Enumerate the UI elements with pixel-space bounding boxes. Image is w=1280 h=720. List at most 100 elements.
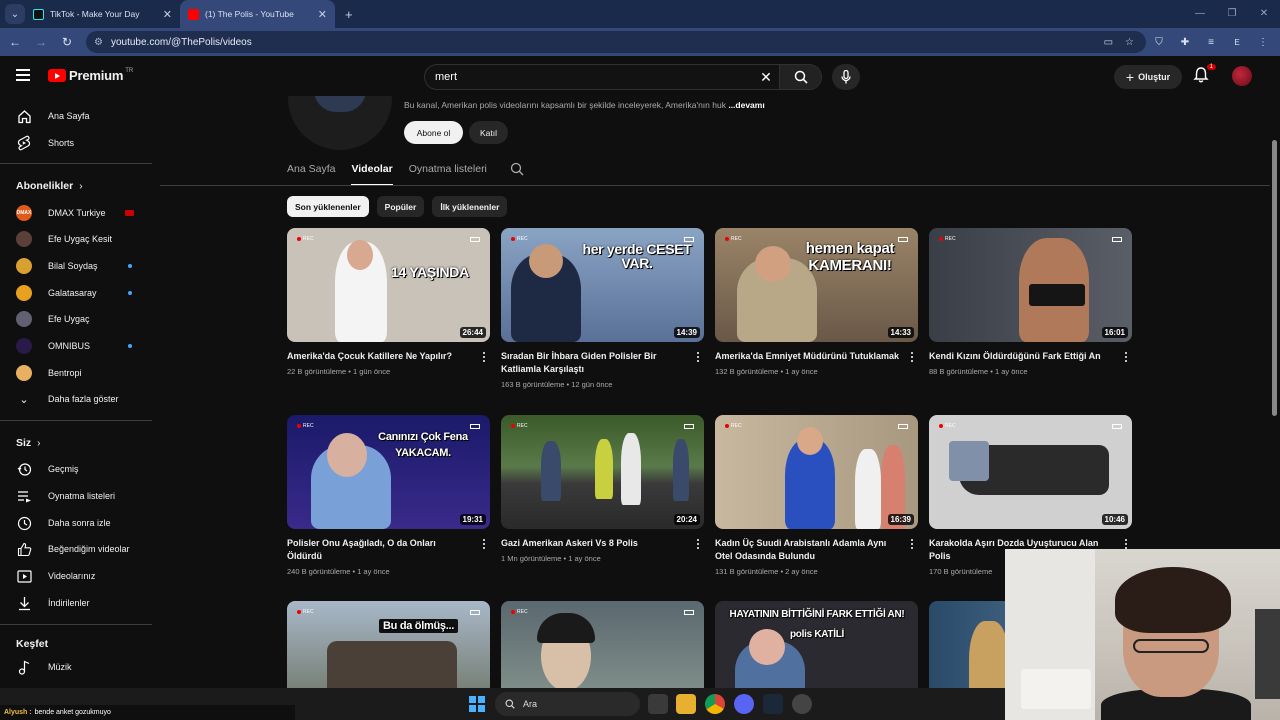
chip-popular[interactable]: Popüler — [376, 196, 425, 217]
video-title[interactable]: Polisler Onu Aşağıladı, O da Onları Öldü… — [287, 537, 472, 563]
sidebar-show-more[interactable]: ⌄ Daha fazla göster — [0, 386, 152, 412]
video-title[interactable]: Amerika'da Emniyet Müdürünü Tutuklamak — [715, 350, 900, 363]
close-window-button[interactable]: ✕ — [1248, 0, 1280, 28]
video-card[interactable]: REC Canınızı Çok Fena YAKACAM. 19:31 Pol… — [287, 415, 490, 576]
close-icon[interactable]: ✕ — [318, 8, 327, 21]
bookmark-star-icon[interactable]: ☆ — [1125, 37, 1134, 48]
more-options-icon[interactable] — [694, 352, 702, 364]
clear-search-icon[interactable]: ✕ — [753, 69, 779, 86]
reload-icon[interactable]: ↻ — [56, 35, 78, 49]
tab-tiktok[interactable]: TikTok - Make Your Day ✕ — [25, 0, 180, 28]
channel-search-button[interactable] — [510, 162, 524, 176]
sidebar-item-bilal[interactable]: Bilal Soydaş — [0, 253, 152, 279]
video-card[interactable]: REC 16:01 Kendi Kızını Öldürdüğünü Fark … — [929, 228, 1132, 376]
sidebar-item-dmax[interactable]: DMAX DMAX Turkiye — [0, 200, 152, 226]
more-options-icon[interactable] — [908, 539, 916, 551]
video-thumbnail[interactable]: REC 16:01 — [929, 228, 1132, 342]
video-card[interactable]: REC 20:24 Gazi Amerikan Askeri Vs 8 Poli… — [501, 415, 704, 563]
search-input[interactable]: mert — [425, 71, 753, 83]
menu-icon[interactable] — [16, 69, 30, 81]
tab-youtube[interactable]: (1) The Polis - YouTube ✕ — [180, 0, 335, 28]
video-card[interactable]: REC her yerde CESET VAR. 14:39 Sıradan B… — [501, 228, 704, 389]
more-options-icon[interactable] — [480, 352, 488, 364]
video-thumbnail[interactable]: REC 14 YAŞINDA 26:44 — [287, 228, 490, 342]
video-title[interactable]: Kadın Üç Suudi Arabistanlı Adamla Aynı O… — [715, 537, 900, 563]
browser-menu-icon[interactable]: ⋮ — [1250, 37, 1276, 48]
obs-icon[interactable] — [792, 694, 812, 714]
sidebar-item-history[interactable]: Geçmiş — [0, 456, 152, 482]
address-bar[interactable]: ⚙ youtube.com/@ThePolis/videos ▭ ☆ — [86, 31, 1146, 53]
more-options-icon[interactable] — [694, 539, 702, 551]
scrollbar-thumb[interactable] — [1272, 140, 1277, 416]
sidebar-item-watch-later[interactable]: Daha sonra izle — [0, 510, 152, 536]
more-options-icon[interactable] — [1122, 352, 1130, 364]
sidebar-item-home[interactable]: Ana Sayfa — [0, 103, 152, 129]
new-tab-button[interactable]: + — [345, 7, 353, 22]
video-thumbnail[interactable]: REC 10:46 — [929, 415, 1132, 529]
discord-icon[interactable] — [734, 694, 754, 714]
restore-button[interactable]: ❐ — [1216, 0, 1248, 28]
join-button[interactable]: Katıl — [469, 121, 508, 144]
sidebar-item-bentropi[interactable]: Bentropi — [0, 360, 152, 386]
sidebar-item-efe[interactable]: Efe Uygaç — [0, 306, 152, 332]
sidebar-item-shorts[interactable]: Shorts — [0, 130, 152, 156]
notifications-button[interactable]: 1 — [1192, 64, 1216, 86]
tab-playlists[interactable]: Oynatma listeleri — [409, 160, 487, 186]
sidebar-item-galatasaray[interactable]: Galatasaray — [0, 280, 152, 306]
account-avatar[interactable] — [1232, 66, 1252, 86]
tab-search-button[interactable]: ⌄ — [5, 4, 25, 24]
battery-icon — [1112, 424, 1122, 429]
video-title[interactable]: Kendi Kızını Öldürdüğünü Fark Ettiği An — [929, 350, 1114, 363]
tab-home[interactable]: Ana Sayfa — [287, 160, 335, 186]
video-title[interactable]: Sıradan Bir İhbara Giden Polisler Bir Ka… — [501, 350, 686, 376]
video-card[interactable]: REC 14 YAŞINDA 26:44 Amerika'da Çocuk Ka… — [287, 228, 490, 376]
shield-extension-icon[interactable]: ⛉ — [1146, 37, 1172, 48]
task-view-icon[interactable] — [648, 694, 668, 714]
search-button[interactable] — [779, 65, 821, 89]
you-heading[interactable]: Siz › — [16, 437, 41, 449]
steam-icon[interactable] — [763, 694, 783, 714]
video-thumbnail[interactable]: REC her yerde CESET VAR. 14:39 — [501, 228, 704, 342]
subscriptions-heading[interactable]: Abonelikler › — [16, 180, 83, 192]
taskbar-search[interactable]: Ara — [495, 692, 640, 716]
sidebar-item-your-videos[interactable]: Videolarınız — [0, 563, 152, 589]
sidebar-item-downloads[interactable]: İndirilenler — [0, 590, 152, 616]
video-thumbnail[interactable]: REC hemen kapat KAMERANI! 14:33 — [715, 228, 918, 342]
file-explorer-icon[interactable] — [676, 694, 696, 714]
voice-search-button[interactable] — [832, 64, 860, 90]
video-thumbnail[interactable]: REC Canınızı Çok Fena YAKACAM. 19:31 — [287, 415, 490, 529]
reading-list-icon[interactable]: ≡ — [1198, 37, 1224, 48]
sidebar-item-omnibus[interactable]: OMNIBUS — [0, 333, 152, 359]
back-icon[interactable]: ← — [4, 35, 26, 49]
extensions-puzzle-icon[interactable]: ✚ — [1172, 37, 1198, 48]
windows-start-icon[interactable] — [469, 696, 485, 712]
sidebar-item-efe-kesit[interactable]: Efe Uygaç Kesit — [0, 226, 152, 252]
chip-oldest[interactable]: İlk yüklenenler — [432, 196, 508, 217]
more-options-icon[interactable] — [908, 352, 916, 364]
video-title[interactable]: Gazi Amerikan Askeri Vs 8 Polis — [501, 537, 686, 550]
chip-latest[interactable]: Son yüklenenler — [287, 196, 369, 217]
video-card[interactable]: REC hemen kapat KAMERANI! 14:33 Amerika'… — [715, 228, 918, 376]
tab-videos[interactable]: Videolar — [351, 160, 393, 186]
site-info-icon[interactable]: ⚙ — [94, 37, 103, 48]
youtube-logo[interactable]: Premium TR — [48, 68, 133, 83]
create-button[interactable]: + Oluştur — [1114, 65, 1182, 89]
install-app-icon[interactable]: ▭ — [1104, 37, 1113, 48]
more-link[interactable]: ...devamı — [728, 100, 764, 110]
video-title[interactable]: Amerika'da Çocuk Katillere Ne Yapılır? — [287, 350, 472, 363]
more-options-icon[interactable] — [480, 539, 488, 551]
channel-avatar-large[interactable] — [288, 96, 392, 150]
forward-icon[interactable]: → — [30, 35, 52, 49]
video-card[interactable]: REC 16:39 Kadın Üç Suudi Arabistanlı Ada… — [715, 415, 918, 576]
close-icon[interactable]: ✕ — [163, 8, 172, 21]
sidebar-item-music[interactable]: Müzik — [0, 654, 152, 680]
subscribe-button[interactable]: Abone ol — [404, 121, 463, 144]
sidebar-item-playlists[interactable]: Oynatma listeleri — [0, 483, 152, 509]
video-thumbnail[interactable]: REC 20:24 — [501, 415, 704, 529]
chrome-icon[interactable] — [705, 694, 725, 714]
video-thumbnail[interactable]: REC 16:39 — [715, 415, 918, 529]
profile-avatar[interactable]: E — [1224, 38, 1250, 47]
sidebar-item-liked[interactable]: Beğendiğim videolar — [0, 536, 152, 562]
minimize-button[interactable]: — — [1184, 0, 1216, 28]
channel-description[interactable]: Bu kanal, Amerikan polis videolarını kap… — [404, 100, 765, 110]
